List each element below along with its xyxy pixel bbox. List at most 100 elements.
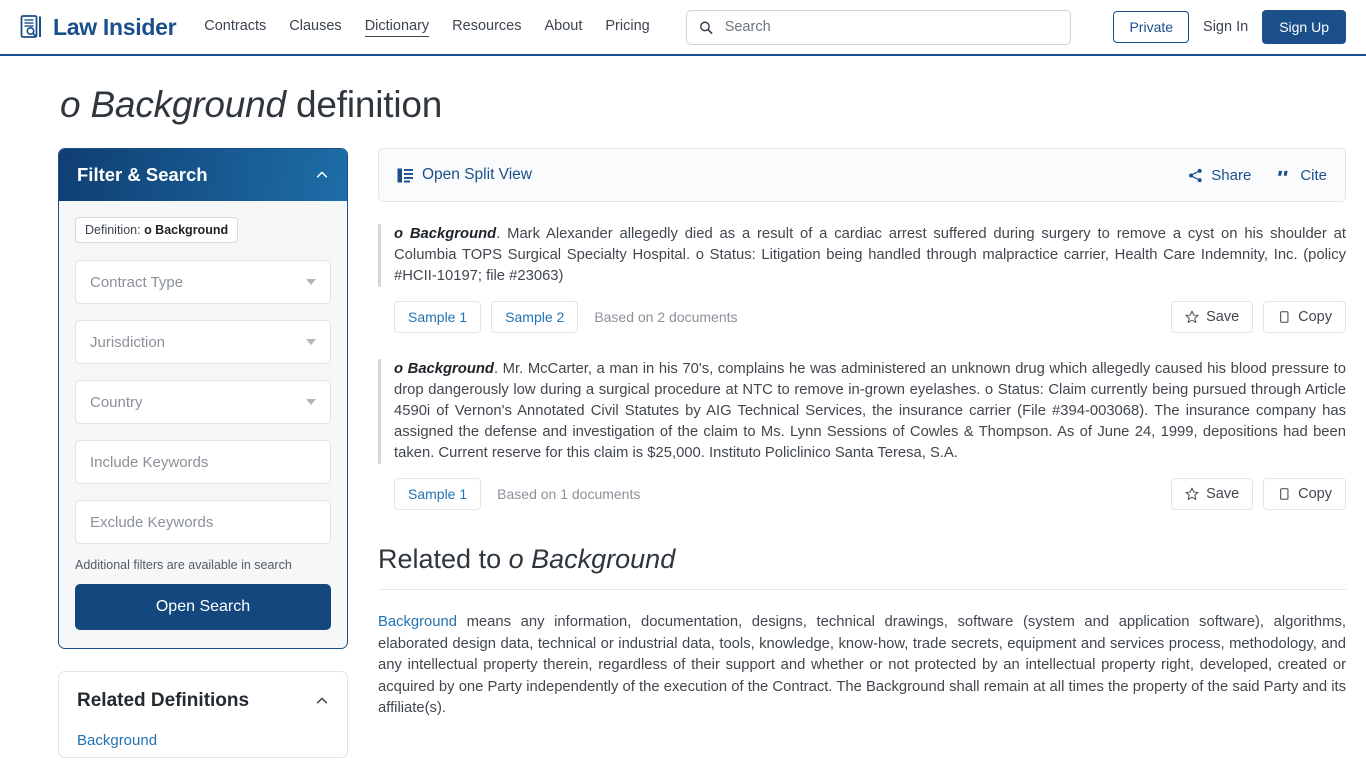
definition-text: o Background. Mr. McCarter, a man in his…: [394, 359, 1346, 464]
sidebar: Filter & Search Definition: o Background…: [58, 148, 348, 758]
logo[interactable]: Law Insider: [20, 13, 177, 41]
main-nav: Contracts Clauses Dictionary Resources A…: [204, 18, 650, 37]
header-actions: Private Sign In Sign Up: [1113, 10, 1346, 44]
save-button[interactable]: Save: [1171, 301, 1254, 333]
related-heading-prefix: Related to: [378, 544, 509, 574]
toolbar-actions: Share Cite: [1188, 167, 1327, 184]
open-search-button[interactable]: Open Search: [75, 584, 331, 630]
definition-term: o Background: [394, 226, 497, 242]
open-split-view-label: Open Split View: [422, 166, 532, 183]
definition-term: o Background: [394, 361, 494, 377]
chevron-up-icon[interactable]: [315, 694, 329, 708]
search-icon: [699, 21, 713, 34]
logo-text: Law Insider: [53, 13, 177, 40]
include-keywords-input[interactable]: Include Keywords: [75, 440, 331, 484]
nav-item-contracts[interactable]: Contracts: [204, 18, 266, 36]
country-placeholder: Country: [90, 393, 143, 411]
nav-item-dictionary[interactable]: Dictionary: [364, 18, 430, 37]
related-heading-term: o Background: [508, 544, 676, 574]
cite-label: Cite: [1300, 166, 1327, 184]
sample-2-button[interactable]: Sample 2: [491, 301, 579, 333]
private-button[interactable]: Private: [1113, 11, 1190, 43]
nav-item-pricing[interactable]: Pricing: [605, 18, 649, 36]
chip-term: o Background: [144, 223, 229, 237]
document-search-icon: [20, 15, 41, 38]
definition-actions: Sample 1 Based on 1 documents Save Copy: [394, 478, 1346, 510]
sign-up-button[interactable]: Sign Up: [1262, 10, 1346, 44]
search-input[interactable]: [722, 18, 1058, 36]
contract-type-select[interactable]: Contract Type: [75, 260, 331, 304]
share-button[interactable]: Share: [1188, 167, 1251, 184]
site-header: Law Insider Contracts Clauses Dictionary…: [0, 0, 1366, 56]
active-filter-chip[interactable]: Definition: o Background: [75, 217, 239, 243]
contract-type-placeholder: Contract Type: [90, 273, 184, 291]
definition-actions: Sample 1 Sample 2 Based on 2 documents S…: [394, 301, 1346, 333]
definition-body-row: o Background. Mr. McCarter, a man in his…: [378, 359, 1346, 464]
page-title: o Background definition: [60, 84, 1366, 126]
definition-body-row: o Background. Mark Alexander allegedly d…: [378, 224, 1346, 287]
include-keywords-placeholder: Include Keywords: [90, 453, 209, 471]
quote-icon: [1278, 170, 1288, 176]
definition-actions-right: Save Copy: [1171, 301, 1346, 333]
chevron-down-icon: [306, 339, 316, 345]
definition-text: o Background. Mark Alexander allegedly d…: [394, 224, 1346, 287]
copy-label: Copy: [1298, 309, 1332, 325]
page-layout: Filter & Search Definition: o Background…: [0, 148, 1366, 758]
page-title-suffix: definition: [285, 84, 443, 125]
related-section-heading: Related to o Background: [378, 544, 1346, 575]
filter-search-body: Definition: o Background Contract Type J…: [59, 201, 347, 648]
content-toolbar: Open Split View Share Cite: [378, 148, 1346, 202]
filter-search-title: Filter & Search: [77, 164, 208, 185]
definition-actions-right: Save Copy: [1171, 478, 1346, 510]
open-split-view-button[interactable]: Open Split View: [397, 166, 532, 184]
nav-item-clauses[interactable]: Clauses: [289, 18, 341, 36]
filter-search-card: Filter & Search Definition: o Background…: [58, 148, 348, 649]
based-on-label: Based on 1 documents: [497, 486, 641, 502]
jurisdiction-select[interactable]: Jurisdiction: [75, 320, 331, 364]
share-label: Share: [1211, 166, 1252, 184]
sample-1-button[interactable]: Sample 1: [394, 301, 482, 333]
filter-search-header[interactable]: Filter & Search: [59, 149, 347, 201]
sign-in-link[interactable]: Sign In: [1203, 19, 1248, 35]
split-view-icon: [397, 168, 413, 182]
section-divider: [378, 589, 1346, 590]
copy-label: Copy: [1298, 486, 1332, 502]
definition-body: . Mark Alexander allegedly died as a res…: [394, 226, 1346, 284]
based-on-label: Based on 2 documents: [594, 309, 738, 325]
additional-filters-note: Additional filters are available in sear…: [75, 558, 292, 572]
definition-body: . Mr. McCarter, a man in his 70's, compl…: [394, 361, 1346, 461]
copy-button[interactable]: Copy: [1263, 478, 1346, 510]
main-content: Open Split View Share Cite o Background.…: [378, 148, 1346, 758]
jurisdiction-placeholder: Jurisdiction: [90, 333, 166, 351]
exclude-keywords-placeholder: Exclude Keywords: [90, 513, 214, 531]
related-definitions-card: Related Definitions Background: [58, 671, 348, 758]
definition-accent-bar: [378, 224, 381, 287]
nav-item-about[interactable]: About: [544, 18, 582, 36]
sidebar-related-link-background[interactable]: Background: [77, 732, 329, 749]
share-icon: [1189, 168, 1202, 182]
copy-button[interactable]: Copy: [1263, 301, 1346, 333]
star-icon: [1185, 310, 1199, 323]
nav-item-resources[interactable]: Resources: [452, 18, 521, 36]
cite-button[interactable]: Cite: [1277, 167, 1327, 184]
definition-entry: o Background. Mr. McCarter, a man in his…: [378, 359, 1346, 510]
save-label: Save: [1206, 309, 1240, 325]
star-icon: [1185, 487, 1199, 500]
chevron-up-icon[interactable]: [315, 168, 329, 182]
related-definition-paragraph: Background means any information, docume…: [378, 612, 1346, 720]
copy-icon: [1280, 488, 1289, 500]
chevron-down-icon: [306, 399, 316, 405]
related-term-link[interactable]: Background: [378, 614, 457, 630]
related-definitions-header[interactable]: Related Definitions: [77, 690, 329, 712]
search-box[interactable]: [685, 9, 1071, 45]
save-label: Save: [1206, 486, 1240, 502]
page-title-term: o Background: [60, 84, 286, 125]
country-select[interactable]: Country: [75, 380, 331, 424]
save-button[interactable]: Save: [1171, 478, 1254, 510]
definition-entry: o Background. Mark Alexander allegedly d…: [378, 224, 1346, 333]
copy-icon: [1280, 311, 1289, 323]
related-definition-body: means any information, documentation, de…: [378, 614, 1346, 716]
exclude-keywords-input[interactable]: Exclude Keywords: [75, 500, 331, 544]
sample-1-button[interactable]: Sample 1: [394, 478, 482, 510]
chip-prefix: Definition:: [85, 223, 145, 237]
